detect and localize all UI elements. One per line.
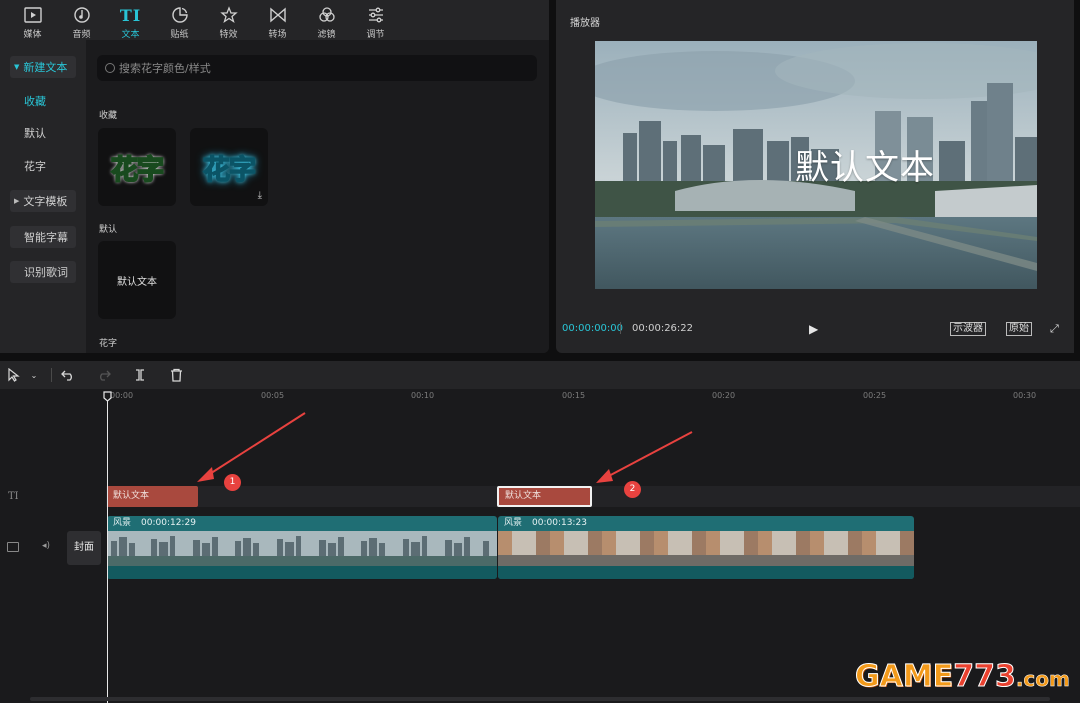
fancy-text-preview: 花字 (202, 154, 257, 187)
sidebar-item-new-text[interactable]: ▼ 新建文本 (10, 56, 76, 78)
tab-transition[interactable]: 转场 (253, 0, 302, 40)
caret-down-icon: ▼ (14, 63, 20, 71)
tab-text-label: 文本 (121, 30, 140, 40)
watermark-logo: GAME773.com (854, 659, 1071, 695)
annotation-marker-2: 2 (624, 481, 641, 498)
tab-filter[interactable]: 滤镜 (302, 0, 351, 40)
effects-icon (219, 5, 239, 25)
section-title-fancy: 花字 (99, 339, 118, 349)
text-icon: TI (119, 5, 142, 25)
player-title: 播放器 (570, 18, 600, 29)
watermark-main: GAME (854, 659, 954, 695)
filter-icon (317, 5, 337, 25)
fancy-text-card-green[interactable]: 花字 (98, 128, 176, 206)
tab-audio-label: 音频 (72, 30, 91, 40)
toolbar-divider (51, 368, 52, 382)
search-icon (105, 63, 115, 73)
undo-icon[interactable] (60, 366, 76, 384)
text-side-nav: ▼ 新建文本 收藏 默认 花字 ▶ 文字模板 智能字幕 识别歌词 (0, 45, 86, 353)
annotation-arrows (197, 412, 693, 483)
annotation-marker-1: 1 (224, 474, 241, 491)
timeline: 00:00 00:05 00:10 00:15 00:20 00:25 00:3… (0, 389, 1080, 703)
delete-icon[interactable] (168, 366, 184, 384)
play-button[interactable]: ▶ (809, 322, 823, 336)
watermark-domain: .com (1015, 667, 1071, 692)
overlay-text[interactable]: 默认文本 (595, 140, 1037, 189)
total-time: 00:00:26:22 (632, 323, 694, 334)
horizontal-scrollbar[interactable] (30, 697, 1050, 701)
section-title-favorites: 收藏 (99, 111, 118, 121)
text-content-area: 收藏 花字 花字 ⤓ 默认 默认文本 花字 (86, 40, 549, 353)
sidebar-item-text-template[interactable]: ▶ 文字模板 (10, 190, 76, 212)
sidebar-item-smart-subtitles-label: 智能字幕 (24, 231, 68, 244)
media-icon (23, 5, 43, 25)
original-ratio-button[interactable]: 原始 (1006, 322, 1032, 336)
timeline-toolbar: ⌄ (0, 361, 1080, 389)
caret-right-icon: ▶ (14, 197, 20, 205)
playhead[interactable] (107, 401, 108, 703)
audio-icon (72, 5, 92, 25)
sticker-icon (170, 5, 190, 25)
sidebar-item-favorites-label: 收藏 (24, 95, 46, 108)
fancy-text-card-blue[interactable]: 花字 ⤓ (190, 128, 268, 206)
chevron-down-icon[interactable]: ⌄ (28, 366, 40, 384)
default-text-preview: 默认文本 (117, 276, 157, 288)
time-divider (620, 322, 621, 334)
media-panel: 媒体 音频 TI 文本 贴纸 特效 转场 滤镜 调节 ▼ 新建文本 收藏 默认 … (0, 0, 549, 353)
tab-media-label: 媒体 (23, 30, 42, 40)
tab-sticker-label: 贴纸 (170, 30, 189, 40)
section-title-default: 默认 (99, 225, 118, 235)
sidebar-item-recognize-lyrics[interactable]: 识别歌词 (10, 261, 76, 283)
split-icon[interactable] (132, 366, 148, 384)
tab-adjust-label: 调节 (366, 30, 385, 40)
tab-effects[interactable]: 特效 (204, 0, 253, 40)
player-panel: 播放器 默认文本 00:00:00:00 00:00:26:22 ▶ 示波器 原… (556, 0, 1074, 353)
search-box[interactable] (97, 55, 537, 81)
sidebar-item-fancy-label: 花字 (24, 160, 46, 173)
search-input[interactable] (119, 61, 519, 75)
preview-frame[interactable]: 默认文本 (595, 41, 1037, 289)
select-cursor-icon[interactable] (6, 366, 22, 384)
download-icon[interactable]: ⤓ (258, 190, 262, 201)
sidebar-item-new-text-label: 新建文本 (23, 61, 68, 74)
fullscreen-icon[interactable]: ⤢ (1050, 322, 1062, 335)
tab-transition-label: 转场 (268, 30, 287, 40)
sidebar-item-default-label: 默认 (24, 127, 46, 140)
sidebar-item-favorites[interactable]: 收藏 (10, 90, 76, 112)
tab-filter-label: 滤镜 (317, 30, 336, 40)
sidebar-item-text-template-label: 文字模板 (23, 195, 68, 208)
playhead-handle-icon[interactable] (103, 391, 112, 402)
tab-media[interactable]: 媒体 (8, 0, 57, 40)
scope-button[interactable]: 示波器 (950, 322, 986, 336)
tab-adjust[interactable]: 调节 (351, 0, 400, 40)
default-text-card[interactable]: 默认文本 (98, 241, 176, 319)
sidebar-item-recognize-lyrics-label: 识别歌词 (24, 266, 68, 279)
redo-icon[interactable] (96, 366, 112, 384)
current-time: 00:00:00:00 (562, 323, 624, 334)
fancy-text-preview: 花字 (110, 154, 165, 187)
tab-effects-label: 特效 (219, 30, 238, 40)
sidebar-item-default[interactable]: 默认 (10, 122, 76, 144)
tab-sticker[interactable]: 贴纸 (155, 0, 204, 40)
tab-text[interactable]: TI 文本 (106, 0, 155, 41)
transition-icon (268, 5, 288, 25)
sidebar-item-smart-subtitles[interactable]: 智能字幕 (10, 226, 76, 248)
tab-audio[interactable]: 音频 (57, 0, 106, 40)
watermark-num: 773 (953, 659, 1017, 695)
category-tabs: 媒体 音频 TI 文本 贴纸 特效 转场 滤镜 调节 (0, 0, 549, 41)
adjust-icon (366, 5, 386, 25)
sidebar-item-fancy[interactable]: 花字 (10, 155, 76, 177)
